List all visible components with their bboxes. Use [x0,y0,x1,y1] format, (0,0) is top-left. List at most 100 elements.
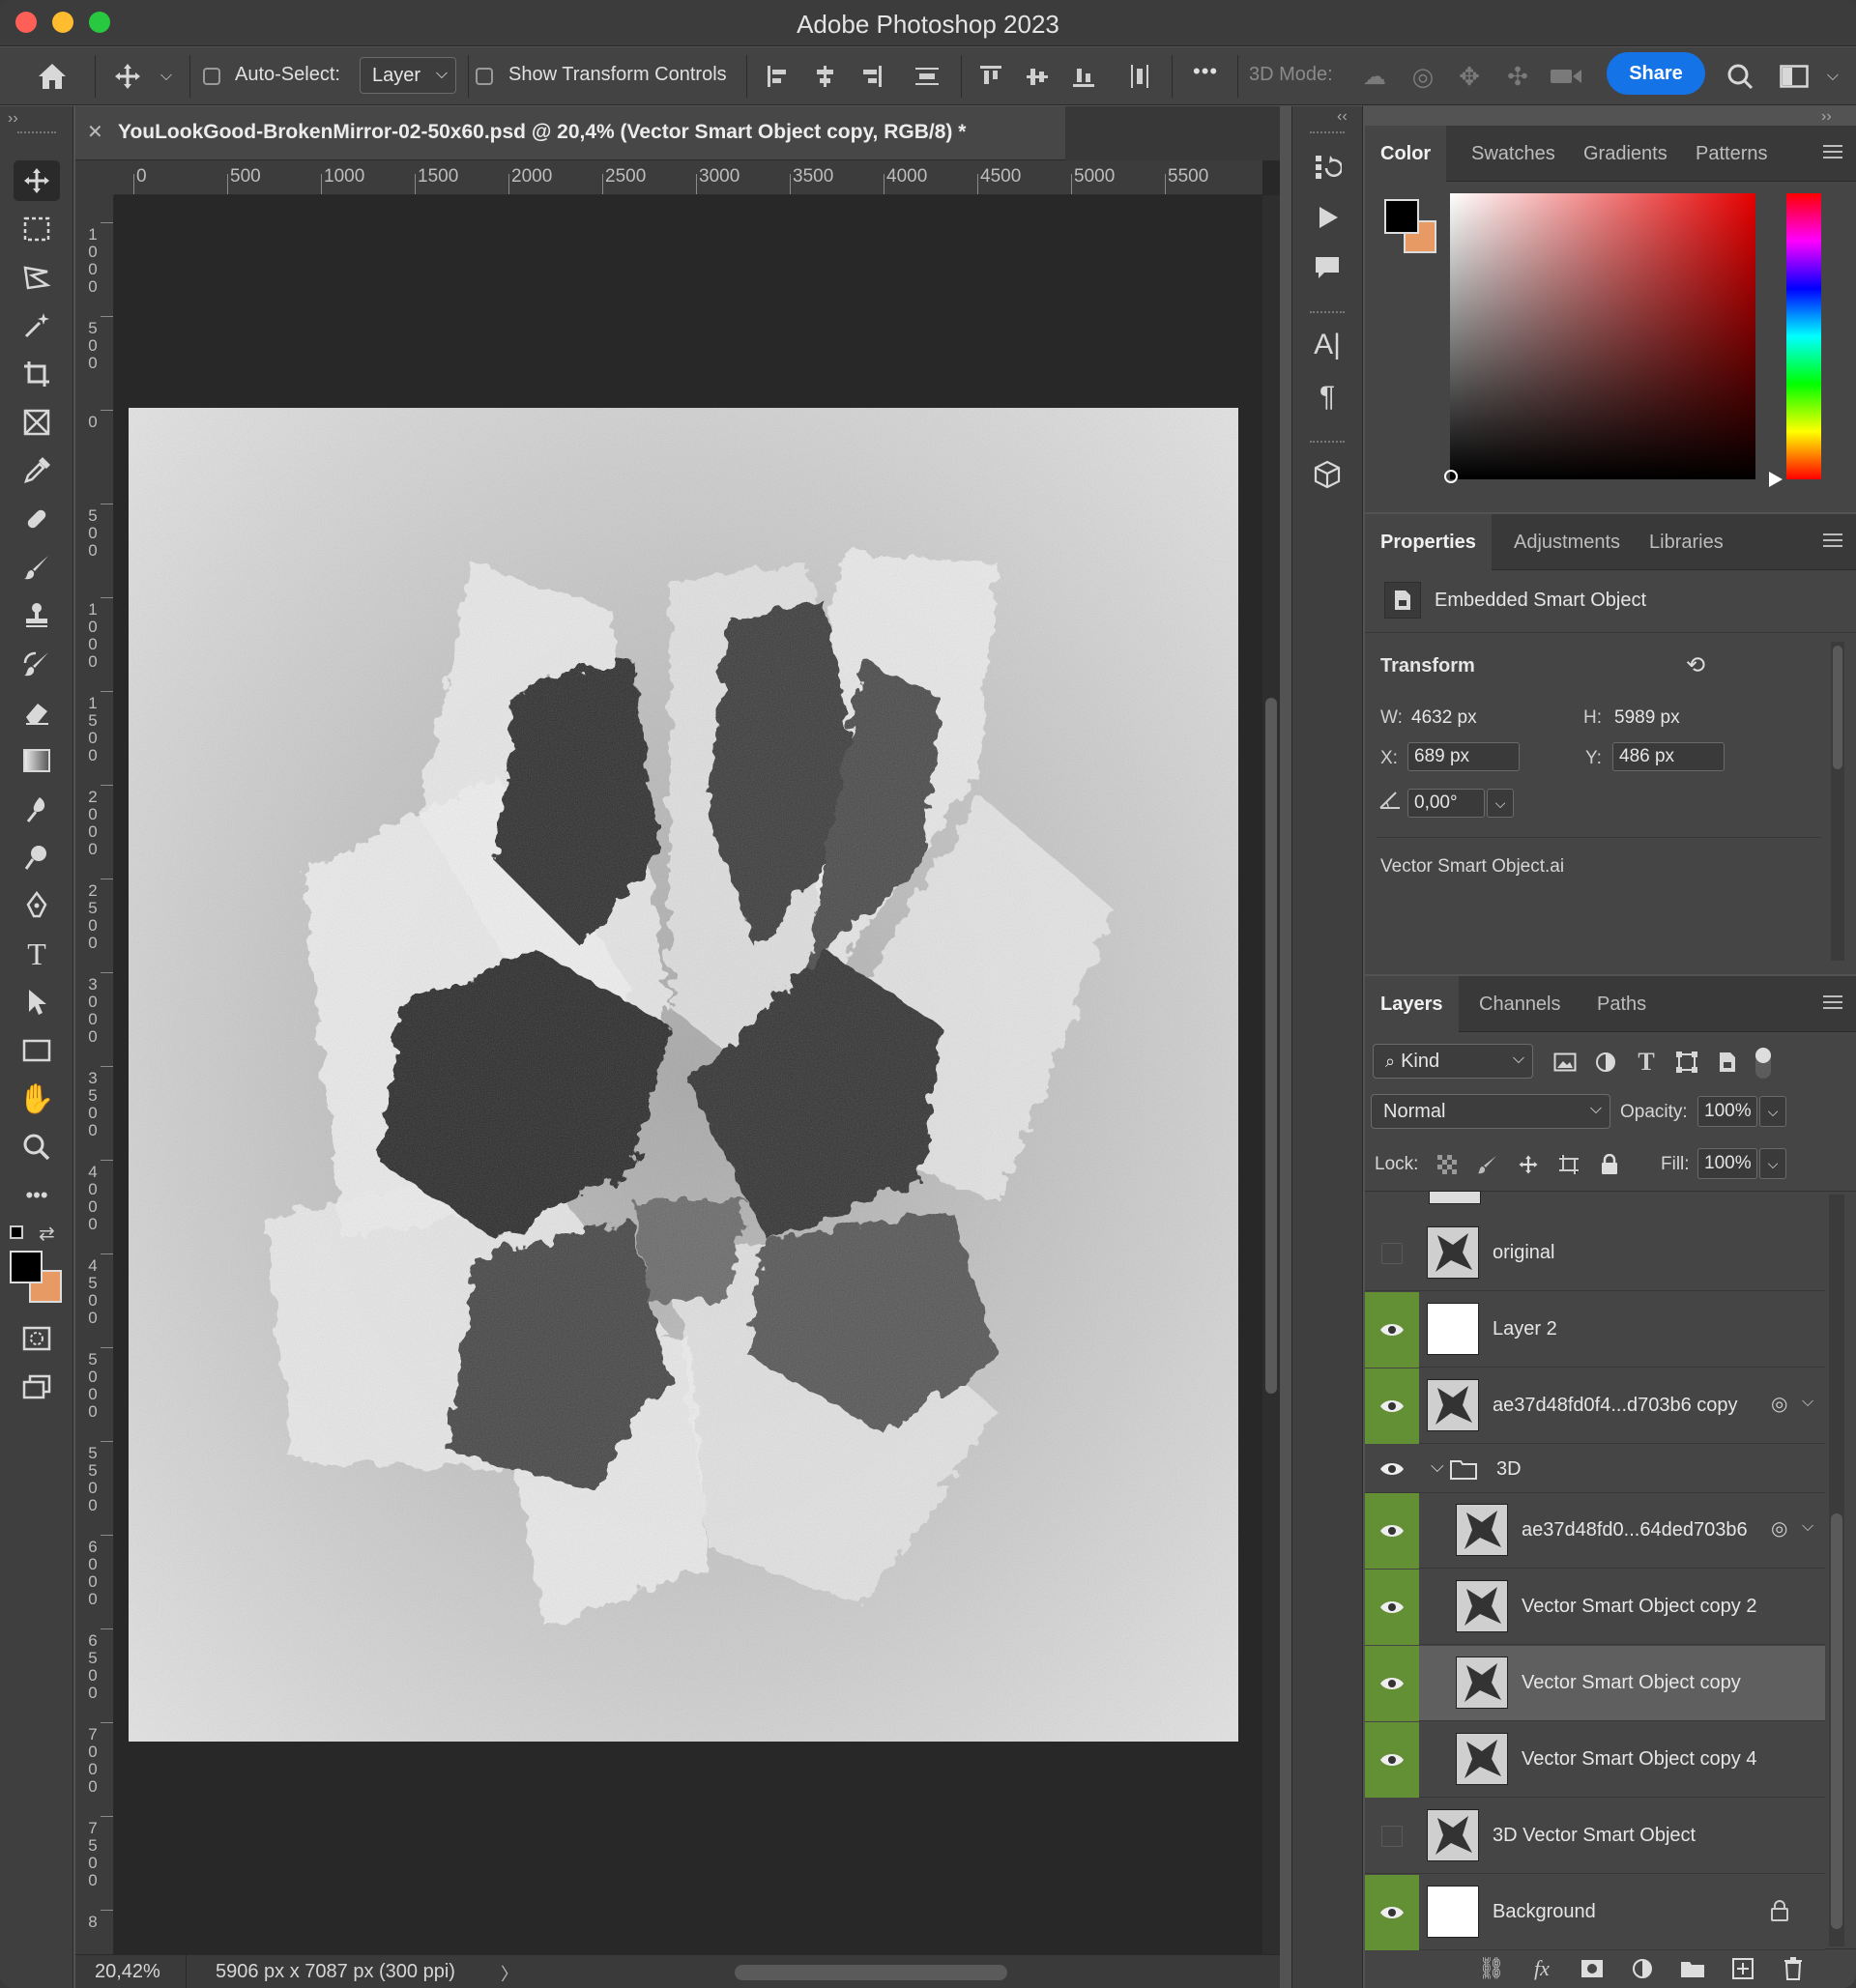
type-tool-icon[interactable]: T [14,934,60,974]
new-group-folder-icon[interactable] [1676,1953,1709,1984]
lock-all-icon[interactable] [1595,1150,1624,1179]
layers-panel-menu-icon[interactable] [1823,995,1842,1011]
horizontal-scroll-thumb[interactable] [735,1965,1007,1980]
distribute-horizontal-icon[interactable] [1123,59,1156,94]
3d-slide-icon[interactable]: ✣ [1500,59,1535,94]
tab-color[interactable]: Color [1365,126,1447,182]
magic-wand-tool-icon[interactable] [14,305,60,346]
eyedropper-tool-icon[interactable] [14,450,60,491]
pen-tool-icon[interactable] [14,885,60,926]
3d-pan-icon[interactable]: ✥ [1452,59,1487,94]
align-right-icon[interactable] [855,59,887,94]
character-panel-icon[interactable]: A| [1304,325,1350,365]
history-brush-tool-icon[interactable] [14,644,60,684]
align-left-icon[interactable] [762,59,795,94]
tab-gradients[interactable]: Gradients [1568,126,1683,182]
filter-type-layer-icon[interactable]: T [1630,1046,1663,1079]
quick-mask-icon[interactable] [14,1318,60,1359]
eye-icon[interactable] [1365,1445,1419,1493]
eraser-tool-icon[interactable] [14,692,60,733]
dodge-tool-icon[interactable] [14,837,60,878]
zoom-level[interactable]: 20,42% [95,1961,160,1983]
3d-panel-cube-icon[interactable] [1304,454,1350,495]
auto-select-checkbox[interactable] [203,68,220,85]
layer-row[interactable]: 3D Vector Smart Object [1365,1799,1825,1874]
vertical-scrollbar[interactable] [1262,195,1280,1954]
gradient-tool-icon[interactable] [14,740,60,781]
layer-row[interactable]: Background [1365,1875,1825,1950]
move-tool-icon[interactable] [14,160,60,201]
paragraph-panel-icon[interactable]: ¶ [1304,377,1350,418]
show-transform-controls-checkbox[interactable] [476,68,493,85]
eye-icon[interactable] [1365,1646,1419,1721]
angle-field[interactable]: 0,00° [1407,789,1485,818]
ruler-origin[interactable] [75,160,114,195]
rectangle-tool-icon[interactable] [14,1030,60,1071]
swap-colors-icon[interactable]: ⇄ [39,1222,55,1246]
toolbar-grip[interactable] [17,131,56,135]
tab-paths[interactable]: Paths [1581,976,1662,1032]
layer-row[interactable]: Vector Smart Object copy [1365,1646,1825,1721]
filter-toggle-switch[interactable] [1755,1048,1771,1079]
opacity-field[interactable]: 100% [1697,1096,1757,1127]
workspace-icon[interactable] [1777,59,1812,94]
saturation-brightness-field[interactable] [1444,193,1755,483]
home-icon[interactable] [33,57,72,96]
color-picker-cursor[interactable] [1444,470,1458,483]
fill-field[interactable]: 100% [1697,1148,1757,1179]
default-colors-icon[interactable] [10,1225,23,1239]
layer-row[interactable]: original [1365,1216,1825,1291]
color-panel-menu-icon[interactable] [1823,145,1842,160]
share-button[interactable]: Share [1607,52,1705,95]
tab-patterns[interactable]: Patterns [1680,126,1783,182]
screen-mode-icon[interactable] [14,1367,60,1407]
visibility-toggle[interactable] [1365,1216,1419,1291]
actions-play-icon[interactable] [1304,197,1350,238]
tab-properties[interactable]: Properties [1365,514,1492,570]
frame-tool-icon[interactable] [14,402,60,443]
dock-grip[interactable] [1310,131,1345,135]
3d-orbit-icon[interactable]: ☁ [1357,59,1392,94]
align-vertical-center-icon[interactable] [1021,59,1054,94]
new-layer-icon[interactable] [1726,1953,1759,1984]
align-top-icon[interactable] [974,59,1007,94]
tab-adjustments[interactable]: Adjustments [1498,514,1636,570]
horizontal-ruler[interactable]: 0 500 1000 1500 2000 2500 3000 3500 4000 4500 5000… [114,160,1262,195]
add-mask-icon[interactable] [1576,1953,1609,1984]
vertical-ruler[interactable]: 1000 500 0 500 1000 1500 2000 2500 3000 3500 4000 4… [75,195,114,1954]
brush-tool-icon[interactable] [14,547,60,588]
hand-tool-icon[interactable]: ✋ [14,1079,60,1119]
distribute-vertical-icon[interactable] [911,59,943,94]
auto-select-dropdown[interactable]: Layer ⌵ [360,57,456,94]
foreground-color-swatch[interactable] [10,1251,43,1283]
search-icon[interactable] [1723,59,1757,94]
edit-toolbar-icon[interactable]: ••• [14,1175,60,1216]
group-expand-chevron-icon[interactable]: ⌵ [1431,1456,1444,1477]
eye-icon[interactable] [1365,1875,1419,1950]
lock-image-pixels-icon[interactable] [1473,1150,1502,1179]
filter-pixel-layer-icon[interactable] [1549,1046,1581,1079]
eye-icon[interactable] [1365,1292,1419,1368]
filter-smart-object-icon[interactable] [1711,1046,1744,1079]
properties-scrollbar[interactable] [1831,642,1844,961]
new-adjustment-layer-icon[interactable] [1626,1953,1659,1984]
3d-roll-icon[interactable]: ◎ [1406,59,1440,94]
workspace-chevron-icon[interactable]: ⌵ [1821,65,1844,88]
layer-row[interactable]: Vector Smart Object copy 2 [1365,1570,1825,1645]
link-layers-icon[interactable]: ⛓ [1475,1953,1508,1984]
crop-tool-icon[interactable] [14,354,60,394]
collapse-dock-icon[interactable]: ‹‹ [1337,108,1348,126]
layer-row[interactable]: ae37d48fd0f4...d703b6 copy ◎ ⌵ [1365,1369,1825,1444]
properties-panel-menu-icon[interactable] [1823,533,1842,549]
status-menu-arrow[interactable]: 〉 [501,1961,518,1986]
hue-slider-handle[interactable] [1769,472,1783,487]
history-panel-icon[interactable] [1304,147,1350,187]
expand-effects-chevron-icon[interactable]: ⌵ [1802,1394,1813,1411]
tab-libraries[interactable]: Libraries [1634,514,1739,570]
height-value[interactable]: 5989 px [1614,707,1680,729]
tab-swatches[interactable]: Swatches [1456,126,1571,182]
lock-position-icon[interactable] [1514,1150,1543,1179]
panel-foreground-color-swatch[interactable] [1384,199,1419,234]
eye-icon[interactable] [1365,1722,1419,1798]
eye-icon[interactable] [1365,1493,1419,1569]
